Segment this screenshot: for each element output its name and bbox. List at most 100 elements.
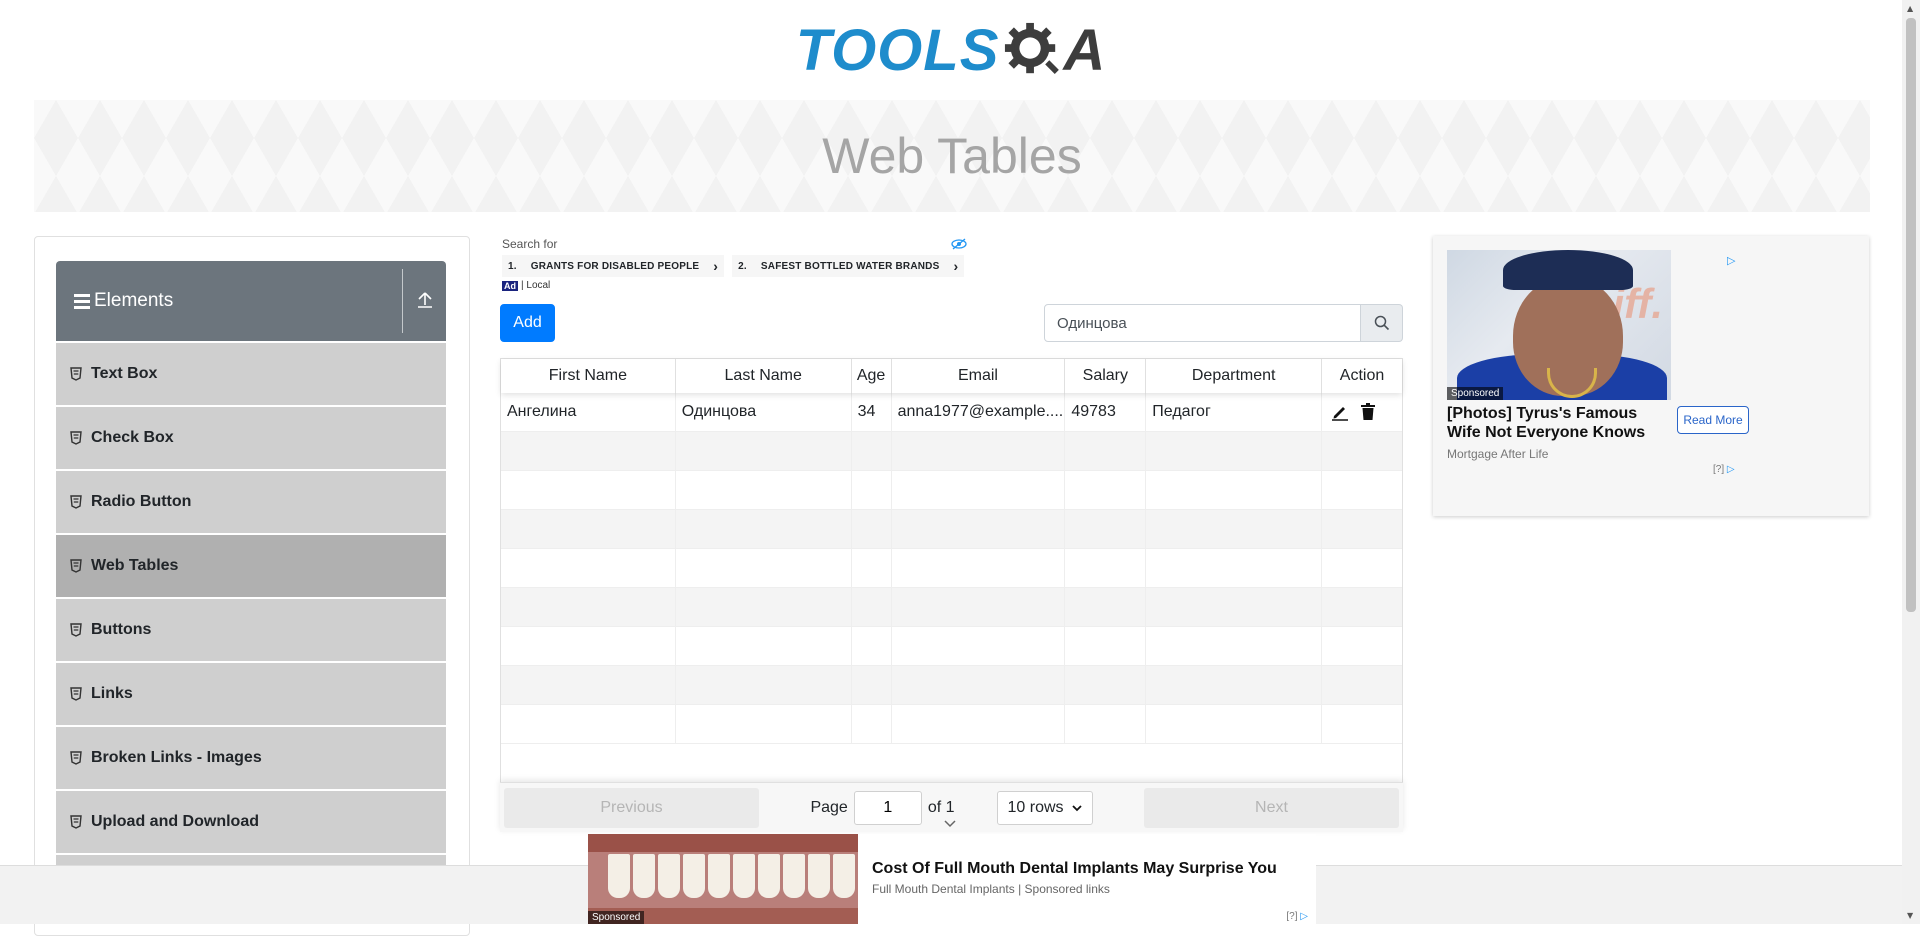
page-total: of 1 <box>927 798 955 816</box>
sidebar-item-label: Web Tables <box>91 557 179 574</box>
scroll-down-arrow-icon[interactable]: ▼ <box>1907 911 1913 920</box>
column-header-action: Action <box>1339 367 1385 384</box>
adchoices-icon: ▷ <box>1300 911 1308 922</box>
html5-icon <box>70 495 83 509</box>
logo-text-tools: TOOLS <box>795 17 1000 83</box>
column-header-salary[interactable]: Salary <box>1065 359 1147 393</box>
ad-local-text: | Local <box>521 280 551 291</box>
search-for-ad: Search for 1. GRANTS FOR DISABLED PEOPLE… <box>502 237 967 293</box>
table-row-empty <box>501 510 1402 549</box>
column-header-department[interactable]: Department <box>1146 359 1323 393</box>
sidebar-item-label: Links <box>91 685 133 702</box>
search-button[interactable] <box>1361 304 1403 342</box>
ad-badge: Ad <box>502 280 518 291</box>
rows-select-value: 10 rows <box>1007 798 1064 816</box>
ad-source: Mortgage After Life <box>1447 447 1549 461</box>
toolsqa-logo[interactable]: TOOLS A <box>796 17 1107 84</box>
sidebar-item-label: Radio Button <box>91 493 192 510</box>
ad-help[interactable]: [?] ▷ <box>1286 911 1308 922</box>
ad-headline[interactable]: [Photos] Tyrus's Famous Wife Not Everyon… <box>1447 404 1671 442</box>
group-title: Elements <box>94 290 174 311</box>
bottom-ad[interactable]: Sponsored Cost Of Full Mouth Dental Impl… <box>588 834 1316 924</box>
column-header-last-name[interactable]: Last Name <box>676 359 852 393</box>
html5-icon <box>70 751 83 765</box>
sidebar-item-radio-button[interactable]: Radio Button <box>56 471 446 533</box>
scroll-up-arrow-icon[interactable]: ▲ <box>1907 4 1913 13</box>
search-icon <box>1374 315 1389 331</box>
html5-icon <box>70 687 83 701</box>
html5-icon <box>70 623 83 637</box>
rows-per-page-select[interactable]: 10 rows <box>996 790 1093 825</box>
search-for-label: Search for <box>502 237 558 251</box>
sidebar-ad[interactable]: iff. Sponsored ▷ [Photos] Tyrus's Famous… <box>1433 236 1869 516</box>
adchoices-icon[interactable]: ▷ <box>1727 254 1735 267</box>
sidebar-item-upload-download[interactable]: Upload and Download <box>56 791 446 853</box>
ad-source: Full Mouth Dental Implants | Sponsored l… <box>872 882 1110 896</box>
search-suggestion-2[interactable]: 2. SAFEST BOTTLED WATER BRANDS › <box>732 255 965 277</box>
page-number-input[interactable] <box>853 790 922 825</box>
search-suggestion-1[interactable]: 1. GRANTS FOR DISABLED PEOPLE › <box>502 255 725 277</box>
table-row-empty <box>501 627 1402 666</box>
sidebar-menu: Text Box Check Box Radio Button Web Tabl… <box>56 343 446 919</box>
suggestion-text: SAFEST BOTTLED WATER BRANDS <box>760 260 940 272</box>
column-header-first-name[interactable]: First Name <box>501 359 676 393</box>
ad-image[interactable]: iff. Sponsored <box>1447 250 1671 400</box>
menu-icon <box>74 293 90 309</box>
table-row-empty <box>501 549 1402 588</box>
sidebar-item-broken-links[interactable]: Broken Links - Images <box>56 727 446 789</box>
table-row: Ангелина Одинцова 34 anna1977@example...… <box>501 393 1402 432</box>
column-header-age[interactable]: Age <box>852 359 892 393</box>
previous-button[interactable]: Previous <box>504 787 759 828</box>
page-label: Page <box>810 798 848 816</box>
sidebar-item-text-box[interactable]: Text Box <box>56 343 446 405</box>
ad-image[interactable]: Sponsored <box>588 834 858 924</box>
sponsored-badge: Sponsored <box>588 911 645 924</box>
page-scrollbar[interactable]: ▲ ▼ <box>1902 0 1920 924</box>
cell-department: Педагог <box>1146 393 1323 431</box>
cell-age: 34 <box>852 393 892 431</box>
sidebar-item-web-tables[interactable]: Web Tables <box>56 535 446 597</box>
suggestion-number: 2. <box>738 260 747 272</box>
cell-first-name: Ангелина <box>501 393 676 431</box>
table-row-empty <box>501 432 1402 471</box>
sidebar-item-buttons[interactable]: Buttons <box>56 599 446 661</box>
html5-icon <box>70 815 83 829</box>
sidebar-item-label: Upload and Download <box>91 813 259 830</box>
search-input[interactable] <box>1044 304 1361 342</box>
site-header: TOOLS A <box>0 0 1902 100</box>
logo-text-a: A <box>1063 17 1107 83</box>
page-title: Web Tables <box>822 128 1082 184</box>
cell-action <box>1322 393 1402 431</box>
sidebar-item-label: Buttons <box>91 621 152 638</box>
hide-eye-icon[interactable] <box>951 237 967 251</box>
ad-help[interactable]: [?] ▷ <box>1713 464 1735 475</box>
ad-help-text: [?] <box>1286 911 1298 922</box>
table-row-empty <box>501 588 1402 627</box>
elements-group-header[interactable]: Elements <box>56 261 446 341</box>
column-header-email[interactable]: Email <box>892 359 1066 393</box>
delete-trash-icon[interactable] <box>1358 402 1378 422</box>
table-row-empty <box>501 666 1402 705</box>
sidebar-item-label: Broken Links - Images <box>91 749 262 766</box>
table-header: First Name Last Name Age Email Salary De… <box>501 359 1402 393</box>
table-row-empty <box>501 471 1402 510</box>
sidebar-item-check-box[interactable]: Check Box <box>56 407 446 469</box>
chevron-right-icon: › <box>953 258 959 274</box>
sidebar-item-label: Check Box <box>91 429 174 446</box>
html5-icon <box>70 431 83 445</box>
chevron-down-icon[interactable] <box>942 817 958 831</box>
cell-email: anna1977@example.... <box>892 393 1066 431</box>
gear-q-icon <box>1005 22 1060 74</box>
ad-headline[interactable]: Cost Of Full Mouth Dental Implants May S… <box>872 860 1277 878</box>
next-button[interactable]: Next <box>1144 787 1399 828</box>
edit-pencil-icon[interactable] <box>1330 402 1350 422</box>
collapse-upload-icon[interactable] <box>414 289 436 311</box>
html5-icon <box>70 559 83 573</box>
add-button[interactable]: Add <box>500 304 555 342</box>
ad-help-text: [?] <box>1713 464 1725 475</box>
scrollbar-thumb[interactable] <box>1906 18 1916 612</box>
read-more-button[interactable]: Read More <box>1677 406 1749 434</box>
header-divider <box>402 269 403 333</box>
web-table: First Name Last Name Age Email Salary De… <box>500 358 1403 832</box>
sidebar-item-links[interactable]: Links <box>56 663 446 725</box>
